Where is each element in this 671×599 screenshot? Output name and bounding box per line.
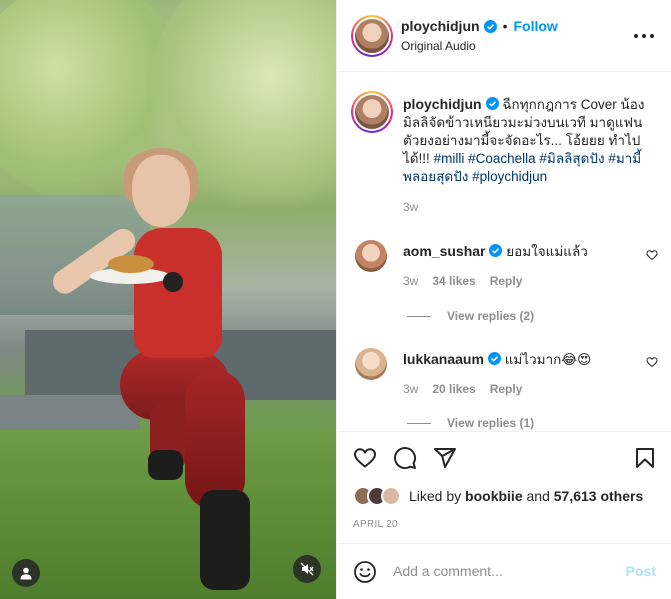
comment-body: lukkanaaum แม่ไวมาก😂😍 [403,348,591,370]
comment-meta: 3w 20 likes Reply [403,382,522,396]
caption-username[interactable]: ploychidjun [403,96,482,112]
comment-like-heart-icon[interactable] [646,356,658,368]
video-person [134,228,222,358]
verified-badge-icon [485,97,499,110]
comment-reply-button[interactable]: Reply [490,274,523,288]
user-icon [20,567,32,580]
post-date[interactable]: APRIL 20 [353,519,398,530]
comment-reply-button[interactable]: Reply [490,382,523,396]
author-avatar[interactable] [351,15,393,57]
liked-by-row[interactable]: Liked by bookbiie and 57,613 others [353,486,643,506]
verified-badge-icon [483,19,497,33]
video-microphone [163,272,183,292]
emoji-icon[interactable] [353,560,377,584]
more-dots-icon [650,34,654,38]
view-replies-button[interactable]: View replies (2) [407,309,534,323]
comment-time[interactable]: 3w [403,274,418,288]
liked-by-avatars [353,486,401,506]
hashtag-link[interactable]: #ploychidjun [472,169,547,184]
speaker-muted-icon [300,562,314,576]
comment-time[interactable]: 3w [403,382,418,396]
more-dots-icon [642,34,646,38]
video-food [108,255,154,273]
more-dots-icon [634,34,638,38]
comment-input[interactable]: Add a comment... [393,563,503,579]
post-actions: Liked by bookbiie and 57,613 others APRI… [337,431,671,543]
post-caption: ploychidjun ฉีกทุกกฎการ Cover น้อง มิลลิ… [403,95,659,186]
add-comment-bar: Add a comment... Post [337,543,671,599]
caption-time[interactable]: 3w [403,200,418,214]
post-details-panel: ploychidjun • Follow Original Audio ploy… [336,0,671,599]
replies-line [407,315,431,317]
audio-label[interactable]: Original Audio [401,39,476,53]
view-replies-button[interactable]: View replies (1) [407,416,534,430]
author-username[interactable]: ploychidjun [401,18,480,34]
more-options-button[interactable] [634,28,654,44]
caption-author-avatar[interactable] [351,91,393,133]
view-replies-label: View replies (2) [447,309,535,323]
share-icon[interactable] [433,446,457,470]
heart-icon[interactable] [353,446,377,470]
mute-button[interactable] [293,555,321,583]
comment-meta: 3w 34 likes Reply [403,274,522,288]
comment-username[interactable]: aom_sushar [403,243,485,259]
post-comment-button[interactable]: Post [626,563,656,579]
hashtag-link[interactable]: #Coachella [468,151,536,166]
comment-like-heart-icon[interactable] [646,249,658,261]
video-person [132,155,190,227]
bookmark-icon[interactable] [633,446,657,470]
comment-likes[interactable]: 34 likes [432,274,475,288]
comment-text: ยอมใจแม่แล้ว [506,244,588,259]
hashtag-link[interactable]: #milli [434,151,465,166]
instagram-post-view: ploychidjun • Follow Original Audio ploy… [0,0,671,599]
header-title-row: ploychidjun • Follow [401,18,558,34]
hashtag-link[interactable]: #มิลลิสุดปัง [539,151,604,166]
comment-text: แม่ไวมาก😂😍 [504,352,592,367]
replies-line [407,422,431,424]
post-video[interactable] [0,0,336,599]
video-person [200,490,250,590]
view-replies-label: View replies (1) [447,416,535,430]
comment-likes[interactable]: 20 likes [432,382,475,396]
comment-avatar[interactable] [355,240,387,272]
comments-scroll-area[interactable]: ploychidjun ฉีกทุกกฎการ Cover น้อง มิลลิ… [337,73,671,431]
separator-dot: • [502,18,508,34]
liked-by-user[interactable]: bookbiie [465,488,523,504]
comment-icon[interactable] [393,446,417,470]
comment-avatar[interactable] [355,348,387,380]
video-person [185,370,245,510]
verified-badge-icon [489,244,503,257]
liked-by-prefix: Liked by [409,488,462,504]
liked-by-count[interactable]: 57,613 others [554,488,644,504]
video-person [148,450,183,480]
comment-username[interactable]: lukkanaaum [403,351,484,367]
post-header: ploychidjun • Follow Original Audio [337,0,671,72]
tagged-user-button[interactable] [12,559,40,587]
follow-button[interactable]: Follow [513,18,557,34]
liked-by-and: and [526,488,550,504]
verified-badge-icon [487,352,501,365]
liker-avatar [381,486,401,506]
comment-body: aom_sushar ยอมใจแม่แล้ว [403,240,588,262]
